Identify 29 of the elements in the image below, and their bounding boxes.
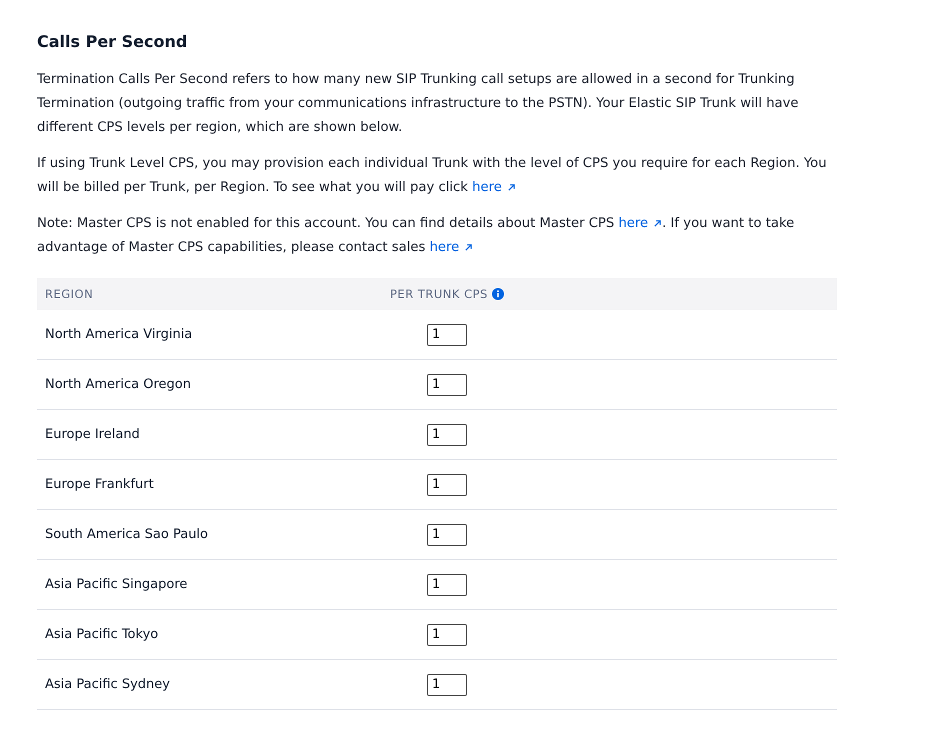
region-cell-text: Asia Pacific Tokyo (44, 627, 160, 642)
column-header: PER TRUNK CPS (390, 287, 488, 301)
column-header: REGION (44, 287, 94, 301)
region-cell-text: Asia Pacific Sydney (44, 677, 171, 692)
cps-input[interactable]: 1 (427, 474, 467, 496)
external-link-icon (464, 242, 474, 252)
here-link[interactable]: here (472, 180, 516, 195)
region-cell-text: Europe Frankfurt (44, 477, 155, 492)
region-cell-text: North America Oregon (44, 377, 192, 392)
external-link-icon (653, 218, 662, 228)
region-cell-text: North America Virginia (44, 327, 194, 342)
cps-input[interactable]: 1 (427, 324, 467, 346)
paragraph: Termination Calls Per Second refers to how many new SIP Trunking call setups are allowed in a second for Trunking Termination (outgoing traffic from your communications infrastructure to the PSTN). Your Elastic SIP Trunk will have different CPS levels per region, which are shown below. (37, 71, 800, 137)
cps-input[interactable]: 1 (427, 524, 467, 546)
region-cell-text: South America Sao Paulo (44, 527, 210, 542)
cps-input[interactable]: 1 (427, 374, 467, 396)
paragraph: Note: Master CPS is not enabled for this account. You can find details about Master CPS here . If you want to take advantage of Master CPS capabilities, please contact sales here (37, 215, 796, 257)
section-title: Calls Per Second (37, 31, 188, 53)
paragraph: If using Trunk Level CPS, you may provision each individual Trunk with the level of CPS you require for each Region. You will be billed per Trunk, per Region. To see what you will pay click here (37, 155, 828, 197)
cps-input[interactable]: 1 (427, 424, 467, 446)
cps-input[interactable]: 1 (427, 674, 467, 696)
here-link[interactable]: here (430, 240, 474, 255)
cps-input[interactable]: 1 (427, 574, 467, 596)
cps-input[interactable]: 1 (427, 624, 467, 646)
external-link-icon (506, 182, 516, 192)
region-cell-text: Asia Pacific Singapore (44, 577, 188, 592)
region-cell-text: Europe Ireland (44, 427, 141, 442)
here-link[interactable]: here (618, 216, 662, 231)
info-icon[interactable] (492, 288, 504, 300)
